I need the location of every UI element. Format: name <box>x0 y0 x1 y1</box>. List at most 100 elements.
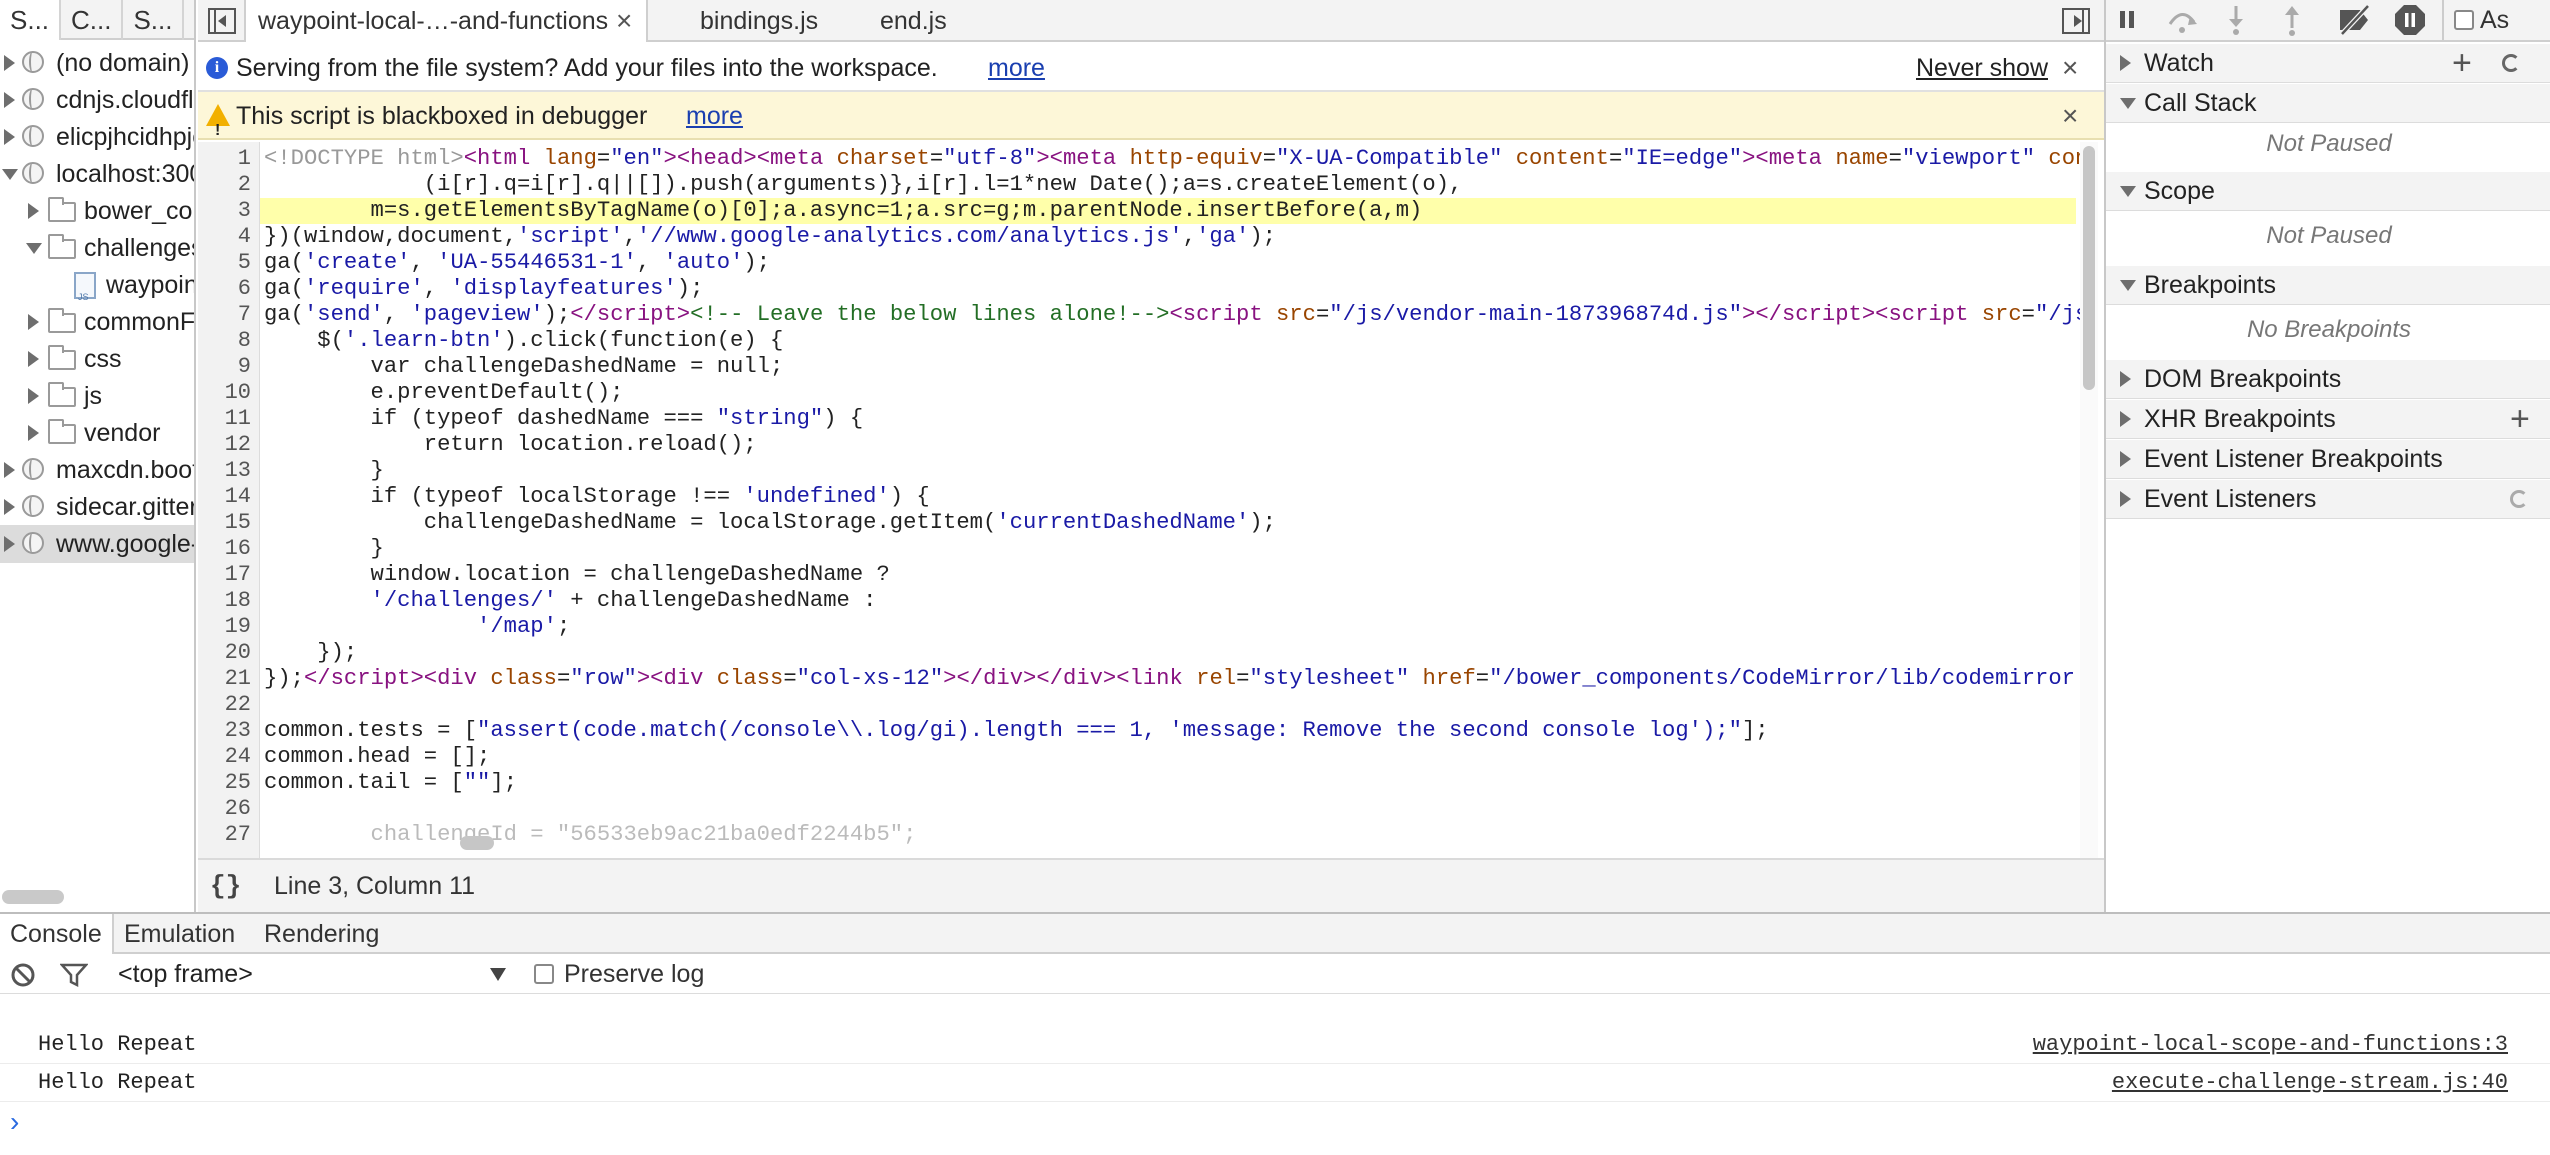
scope-pane-header[interactable]: Scope <box>2106 172 2550 211</box>
chevron-right-icon[interactable] <box>4 129 15 145</box>
breakpoints-pane-header[interactable]: Breakpoints <box>2106 266 2550 305</box>
tree-item-folder[interactable]: js <box>0 377 194 415</box>
close-icon[interactable]: × <box>2062 44 2078 92</box>
code-line[interactable]: window.location = challengeDashedName ? <box>264 562 890 588</box>
line-number[interactable]: 20 <box>198 640 251 666</box>
chevron-down-icon[interactable] <box>26 243 42 254</box>
chevron-right-icon[interactable] <box>28 351 39 367</box>
event-listener-breakpoints-pane-header[interactable]: Event Listener Breakpoints <box>2106 440 2550 479</box>
tree-item-domain[interactable]: (no domain) <box>0 44 194 82</box>
tab-content-scripts[interactable]: C... <box>61 0 124 40</box>
never-show-link[interactable]: Never show <box>1916 44 2048 92</box>
close-icon[interactable]: × <box>616 0 632 42</box>
console-message-source-link[interactable]: waypoint-local-scope-and-functions:3 <box>2033 1026 2508 1063</box>
line-number[interactable]: 6 <box>198 276 251 302</box>
tab-snippets[interactable]: S... <box>123 0 185 40</box>
async-checkbox[interactable] <box>2454 10 2474 30</box>
tree-item-domain[interactable]: elicpjhcidhpjomhibiffojpinpmmpil <box>0 118 194 156</box>
chevron-down-icon[interactable] <box>2120 98 2136 109</box>
line-number[interactable]: 14 <box>198 484 251 510</box>
code-line[interactable]: challengeId = "56533eb9ac21ba0edf2244b5"… <box>264 822 917 848</box>
tree-item-folder[interactable]: bower_components <box>0 192 194 230</box>
chevron-right-icon[interactable] <box>4 536 15 552</box>
editor-vertical-scrollbar[interactable] <box>2083 146 2095 390</box>
line-number[interactable]: 21 <box>198 666 251 692</box>
code-line[interactable] <box>264 692 277 718</box>
preserve-log-checkbox[interactable] <box>534 964 554 984</box>
blackbox-more-link[interactable]: more <box>686 92 743 140</box>
line-number[interactable]: 27 <box>198 822 251 848</box>
code-line[interactable]: ga('create', 'UA-55446531-1', 'auto'); <box>264 250 770 276</box>
line-number[interactable]: 12 <box>198 432 251 458</box>
chevron-down-icon[interactable] <box>2120 280 2136 291</box>
xhr-breakpoints-pane-header[interactable]: XHR Breakpoints + <box>2106 400 2550 439</box>
line-number[interactable]: 10 <box>198 380 251 406</box>
editor-horizontal-scrollbar[interactable] <box>460 836 494 850</box>
console-prompt-row[interactable]: › <box>0 1102 2550 1142</box>
code-line[interactable]: });</script><div class="row"><div class=… <box>264 666 2088 692</box>
step-out-icon[interactable] <box>2272 0 2312 40</box>
tab-rendering[interactable]: Rendering <box>254 914 389 954</box>
code-line[interactable]: $('.learn-btn').click(function(e) { <box>264 328 783 354</box>
line-number[interactable]: 3 <box>198 198 251 224</box>
line-number[interactable]: 16 <box>198 536 251 562</box>
chevron-right-icon[interactable] <box>2120 491 2131 507</box>
tree-item-domain-selected[interactable]: www.google-analytics.com <box>0 525 194 563</box>
pause-icon[interactable] <box>2108 0 2148 40</box>
code-line[interactable]: } <box>264 536 384 562</box>
code-editor[interactable]: 1 2 3 4 5 6 7 8 9 10 11 12 13 14 15 16 17 18 19 20 21 22 23 24 2… <box>198 142 2104 858</box>
code-line[interactable]: <!DOCTYPE html><html lang="en"><head><me… <box>264 146 2088 172</box>
chevron-right-icon[interactable] <box>4 92 15 108</box>
line-number[interactable]: 15 <box>198 510 251 536</box>
console-message-source-link[interactable]: execute-challenge-stream.js:40 <box>2112 1064 2508 1101</box>
code-line[interactable]: '/map'; <box>264 614 570 640</box>
chevron-right-icon[interactable] <box>28 203 39 219</box>
step-into-icon[interactable] <box>2216 0 2256 40</box>
chevron-down-icon[interactable] <box>2120 186 2136 197</box>
code-line[interactable]: (i[r].q=i[r].q||[]).push(arguments)},i[r… <box>264 172 1463 198</box>
line-number[interactable]: 19 <box>198 614 251 640</box>
code-line[interactable]: }); <box>264 640 357 666</box>
tree-item-domain[interactable]: sidecar.gitter.im <box>0 488 194 526</box>
chevron-right-icon[interactable] <box>28 314 39 330</box>
line-number[interactable]: 2 <box>198 172 251 198</box>
refresh-icon[interactable] <box>2502 54 2520 72</box>
code-line[interactable]: e.preventDefault(); <box>264 380 624 406</box>
chevron-right-icon[interactable] <box>4 462 15 478</box>
deactivate-breakpoints-icon[interactable] <box>2334 0 2374 40</box>
line-number[interactable]: 22 <box>198 692 251 718</box>
code-line[interactable] <box>264 796 277 822</box>
toggle-debugger-icon[interactable] <box>2062 8 2090 34</box>
dropdown-arrow-icon[interactable] <box>490 968 506 981</box>
navigator-horizontal-scrollbar[interactable] <box>2 890 64 904</box>
plus-icon[interactable]: + <box>2452 44 2472 82</box>
tab-sources[interactable]: S... <box>0 0 62 40</box>
chevron-right-icon[interactable] <box>2120 451 2131 467</box>
tree-item-file[interactable]: waypoint-local-scope-and-functions <box>0 266 194 316</box>
frame-select[interactable]: <top frame> <box>118 954 253 994</box>
tree-item-domain[interactable]: maxcdn.bootstrapcdn.com <box>0 451 194 489</box>
plus-icon[interactable]: + <box>2510 400 2530 438</box>
code-line[interactable]: var challengeDashedName = null; <box>264 354 784 380</box>
code-line[interactable]: if (typeof dashedName === "string") { <box>264 406 864 432</box>
editor-tab-bindings[interactable]: bindings.js <box>700 0 818 42</box>
clear-console-icon[interactable] <box>10 962 36 988</box>
line-number[interactable]: 7 <box>198 302 251 328</box>
info-more-link[interactable]: more <box>988 44 1045 92</box>
line-number[interactable]: 17 <box>198 562 251 588</box>
close-icon[interactable]: × <box>2062 92 2078 140</box>
chevron-right-icon[interactable] <box>4 499 15 515</box>
tree-item-domain[interactable]: localhost:3001 <box>0 155 194 193</box>
code-line[interactable]: common.tail = [""]; <box>264 770 517 796</box>
tree-item-domain[interactable]: cdnjs.cloudflare.com <box>0 81 194 119</box>
code-line[interactable]: common.head = []; <box>264 744 490 770</box>
event-listeners-pane-header[interactable]: Event Listeners <box>2106 480 2550 519</box>
code-line[interactable]: ga('require', 'displayfeatures'); <box>264 276 703 302</box>
line-number[interactable]: 25 <box>198 770 251 796</box>
code-line[interactable]: ga('send', 'pageview');</script><!-- Lea… <box>264 302 2088 328</box>
code-line[interactable]: if (typeof localStorage !== 'undefined')… <box>264 484 930 510</box>
chevron-right-icon[interactable] <box>2120 55 2131 71</box>
code-line[interactable]: '/challenges/' + challengeDashedName : <box>264 588 877 614</box>
call-stack-pane-header[interactable]: Call Stack <box>2106 84 2550 123</box>
line-number[interactable]: 18 <box>198 588 251 614</box>
